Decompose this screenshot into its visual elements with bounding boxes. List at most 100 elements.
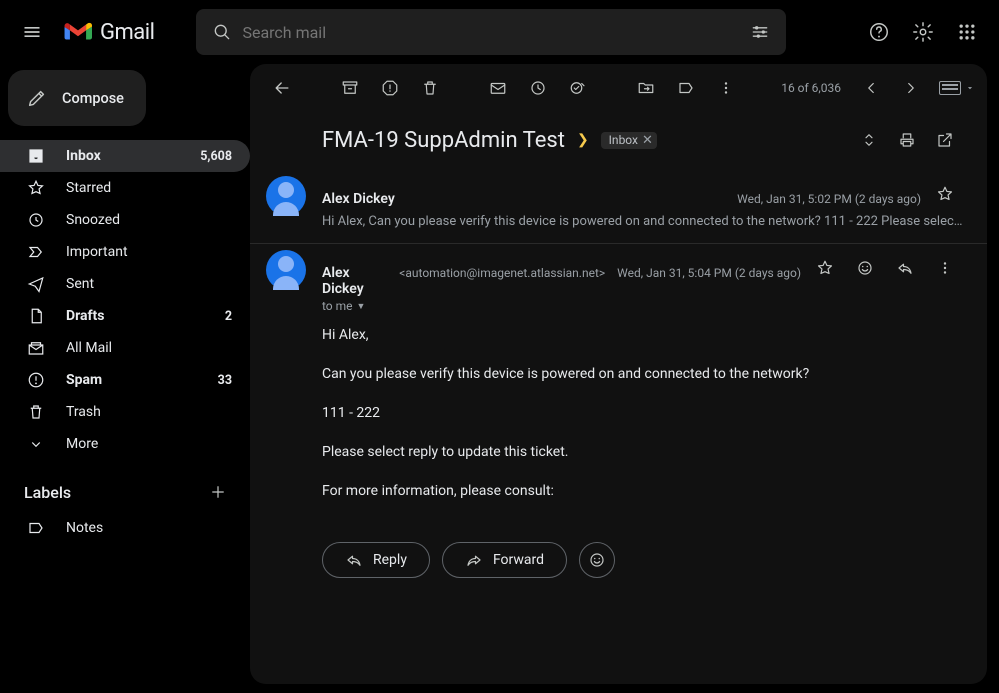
- apps-icon[interactable]: [947, 12, 987, 52]
- trash-icon: [26, 403, 46, 421]
- message-body-line: Hi Alex,: [322, 325, 963, 346]
- sidebar-item-allmail[interactable]: All Mail: [0, 332, 250, 364]
- message-snippet: Hi Alex, Can you please verify this devi…: [322, 214, 963, 229]
- nav-label: Spam: [66, 372, 198, 388]
- sender-name: Alex Dickey: [322, 191, 395, 207]
- sender-name: Alex Dickey: [322, 265, 393, 297]
- nav-count: 5,608: [200, 149, 232, 164]
- mark-unread-button[interactable]: [478, 68, 518, 108]
- add-label-button[interactable]: [204, 478, 232, 506]
- search-options-icon[interactable]: [740, 12, 780, 52]
- sender-email: <automation@imagenet.atlassian.net>: [399, 266, 605, 280]
- compose-label: Compose: [62, 90, 124, 107]
- message-date: Wed, Jan 31, 5:04 PM (2 days ago): [617, 266, 801, 280]
- sidebar-item-snoozed[interactable]: Snoozed: [0, 204, 250, 236]
- sidebar-item-important[interactable]: Important: [0, 236, 250, 268]
- pagination-count: 16 of 6,036: [781, 81, 841, 95]
- main-menu-button[interactable]: [8, 8, 56, 56]
- delete-button[interactable]: [410, 68, 450, 108]
- sent-icon: [26, 275, 46, 293]
- sidebar-item-more[interactable]: More: [0, 428, 250, 460]
- allmail-icon: [26, 339, 46, 357]
- pencil-icon: [26, 87, 48, 109]
- sidebar-item-starred[interactable]: Starred: [0, 172, 250, 204]
- nav-label: Sent: [66, 276, 212, 292]
- message-body-line: Can you please verify this device is pow…: [322, 364, 963, 385]
- nav-label: Snoozed: [66, 212, 212, 228]
- inbox-icon: [26, 147, 46, 165]
- reply-icon: [345, 551, 363, 569]
- nav-label: More: [66, 436, 212, 452]
- input-tools-button[interactable]: [939, 81, 975, 95]
- sidebar-item-sent[interactable]: Sent: [0, 268, 250, 300]
- labels-header: Labels: [24, 483, 71, 502]
- compose-button[interactable]: Compose: [8, 70, 146, 126]
- forward-icon: [465, 551, 483, 569]
- search-bar[interactable]: [196, 9, 786, 55]
- gmail-logo-text: Gmail: [100, 20, 154, 45]
- sidebar-item-inbox[interactable]: Inbox 5,608: [0, 140, 250, 172]
- chevron-down-icon: [965, 83, 975, 93]
- avatar: [266, 250, 306, 290]
- starred-icon: [26, 179, 46, 197]
- avatar: [266, 176, 306, 216]
- message-body-line: Please select reply to update this ticke…: [322, 442, 963, 463]
- older-button[interactable]: [893, 70, 929, 106]
- star-button[interactable]: [807, 250, 843, 286]
- more-icon: [26, 435, 46, 453]
- label-icon: [26, 519, 46, 537]
- nav-label: Inbox: [66, 148, 180, 164]
- labels-button[interactable]: [666, 68, 706, 108]
- expand-all-button[interactable]: [851, 122, 887, 158]
- sidebar-item-spam[interactable]: Spam 33: [0, 364, 250, 396]
- search-input[interactable]: [242, 23, 740, 42]
- snooze-button[interactable]: [518, 68, 558, 108]
- star-button[interactable]: [927, 176, 963, 212]
- recipients-button[interactable]: to me ▼: [322, 299, 963, 313]
- settings-icon[interactable]: [903, 12, 943, 52]
- user-label-item[interactable]: Notes: [0, 512, 250, 544]
- add-to-tasks-button[interactable]: [558, 68, 598, 108]
- emoji-reaction-pill[interactable]: [579, 542, 615, 578]
- search-icon[interactable]: [202, 12, 242, 52]
- open-new-window-button[interactable]: [927, 122, 963, 158]
- nav-label: Notes: [66, 520, 232, 536]
- move-to-button[interactable]: [626, 68, 666, 108]
- keyboard-icon: [939, 81, 961, 95]
- gmail-logo-icon: [64, 21, 92, 43]
- report-spam-button[interactable]: [370, 68, 410, 108]
- newer-button[interactable]: [853, 70, 889, 106]
- message-more-button[interactable]: [927, 250, 963, 286]
- gmail-logo[interactable]: Gmail: [64, 20, 178, 45]
- message-collapsed[interactable]: Alex Dickey Wed, Jan 31, 5:02 PM (2 days…: [250, 170, 987, 244]
- nav-count: 2: [225, 309, 232, 324]
- important-marker[interactable]: ❯: [577, 132, 589, 148]
- remove-label-icon[interactable]: ✕: [642, 133, 653, 148]
- back-button[interactable]: [262, 68, 302, 108]
- message-date: Wed, Jan 31, 5:02 PM (2 days ago): [737, 192, 921, 206]
- nav-label: Trash: [66, 404, 212, 420]
- nav-label: All Mail: [66, 340, 212, 356]
- sidebar-item-drafts[interactable]: Drafts 2: [0, 300, 250, 332]
- important-icon: [26, 243, 46, 261]
- message-expanded: Alex Dickey <automation@imagenet.atlassi…: [250, 244, 987, 612]
- inbox-label-chip[interactable]: Inbox ✕: [601, 132, 657, 149]
- nav-count: 33: [218, 373, 232, 388]
- thread-subject: FMA-19 SuppAdmin Test: [322, 128, 565, 153]
- more-actions-button[interactable]: [706, 68, 746, 108]
- archive-button[interactable]: [330, 68, 370, 108]
- message-body-line: For more information, please consult:: [322, 481, 963, 502]
- forward-pill-button[interactable]: Forward: [442, 542, 567, 578]
- drafts-icon: [26, 307, 46, 325]
- print-button[interactable]: [889, 122, 925, 158]
- nav-label: Important: [66, 244, 212, 260]
- nav-label: Starred: [66, 180, 212, 196]
- reply-button[interactable]: [887, 250, 923, 286]
- spam-icon: [26, 371, 46, 389]
- snoozed-icon: [26, 211, 46, 229]
- message-body-line: 111 - 222: [322, 403, 963, 424]
- emoji-reaction-button[interactable]: [847, 250, 883, 286]
- reply-pill-button[interactable]: Reply: [322, 542, 430, 578]
- support-icon[interactable]: [859, 12, 899, 52]
- sidebar-item-trash[interactable]: Trash: [0, 396, 250, 428]
